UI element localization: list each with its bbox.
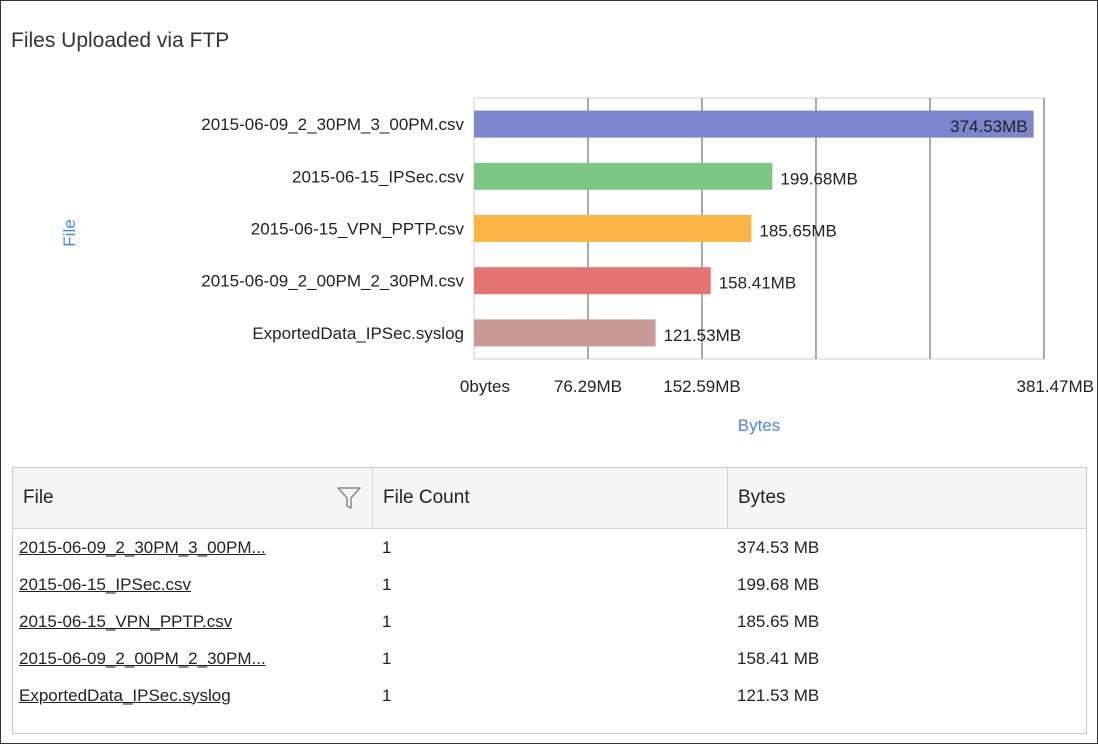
category-label: 2015-06-09_2_00PM_2_30PM.csv: [201, 272, 464, 291]
file-link[interactable]: 2015-06-09_2_30PM_3_00PM...: [19, 538, 266, 558]
table-row: 2015-06-09_2_00PM_2_30PM... 1 158.41 MB: [13, 640, 1086, 677]
column-header-label: File: [23, 487, 54, 508]
column-header-file[interactable]: File: [13, 468, 372, 528]
bar[interactable]: [474, 267, 711, 295]
bar[interactable]: [474, 215, 752, 242]
data-table: File File Count Bytes 2015-06-09_2_30PM_…: [12, 467, 1087, 734]
cell-bytes: 185.65 MB: [737, 611, 820, 631]
x-tick-label: 152.59MB: [663, 377, 741, 396]
file-link[interactable]: 2015-06-15_VPN_PPTP.csv: [19, 612, 232, 632]
table-body: 2015-06-09_2_30PM_3_00PM... 1 374.53 MB 201…: [13, 529, 1086, 714]
cell-file: ExportedData_IPSec.syslog: [13, 686, 372, 706]
bar-value-label: 121.53MB: [664, 326, 742, 345]
category-label: 2015-06-09_2_30PM_3_00PM.csv: [201, 115, 464, 134]
table-row: 2015-06-15_IPSec.csv 1 199.68 MB: [13, 566, 1086, 603]
bar-chart: 2015-06-09_2_30PM_3_00PM.csv 374.53MB 2015…: [60, 97, 1095, 435]
cell-file-count: 1: [382, 537, 392, 557]
cell-file: 2015-06-15_IPSec.csv: [13, 575, 372, 595]
cell-file-count: 1: [382, 574, 392, 594]
x-tick-label: 76.29MB: [554, 377, 622, 396]
bar-value-label: 199.68MB: [780, 169, 858, 188]
table-row: 2015-06-09_2_30PM_3_00PM... 1 374.53 MB: [13, 529, 1086, 566]
cell-file-count: 1: [382, 685, 392, 705]
cell-file-count: 1: [382, 611, 392, 631]
file-link[interactable]: 2015-06-15_IPSec.csv: [19, 575, 191, 595]
cell-file: 2015-06-09_2_00PM_2_30PM...: [13, 649, 372, 669]
cell-bytes: 199.68 MB: [737, 574, 820, 594]
cell-file-count: 1: [382, 648, 392, 668]
bar[interactable]: [474, 162, 773, 190]
table-row: ExportedData_IPSec.syslog 1 121.53 MB: [13, 677, 1086, 714]
cell-bytes: 121.53 MB: [737, 685, 820, 705]
category-label: 2015-06-15_IPSec.csv: [292, 167, 464, 186]
column-header-label: Bytes: [738, 487, 786, 508]
cell-file: 2015-06-15_VPN_PPTP.csv: [13, 612, 372, 632]
bar[interactable]: [474, 319, 656, 347]
table-header: File File Count Bytes: [13, 468, 1086, 529]
table-row: 2015-06-15_VPN_PPTP.csv 1 185.65 MB: [13, 603, 1086, 640]
y-axis-title: File: [60, 219, 79, 246]
filter-funnel-icon[interactable]: [336, 486, 362, 510]
bar-value-label: 185.65MB: [759, 222, 837, 241]
file-link[interactable]: 2015-06-09_2_00PM_2_30PM...: [19, 649, 266, 669]
file-link[interactable]: ExportedData_IPSec.syslog: [19, 686, 231, 706]
column-header-file-count[interactable]: File Count: [372, 468, 727, 528]
cell-file: 2015-06-09_2_30PM_3_00PM...: [13, 538, 372, 558]
bar-value-label: 374.53MB: [950, 117, 1028, 136]
x-tick-label: 0bytes: [460, 377, 510, 396]
report-panel: Files Uploaded via FTP 2015-06-09_2_30PM…: [0, 0, 1098, 744]
cell-bytes: 374.53 MB: [737, 537, 820, 557]
bar-value-label: 158.41MB: [719, 274, 797, 293]
column-header-label: File Count: [383, 487, 470, 508]
column-header-bytes[interactable]: Bytes: [727, 468, 1086, 528]
category-label: ExportedData_IPSec.syslog: [252, 324, 464, 343]
cell-bytes: 158.41 MB: [737, 648, 820, 668]
x-axis-title: Bytes: [738, 416, 781, 435]
x-tick-label: 381.47MB: [1017, 377, 1095, 396]
category-label: 2015-06-15_VPN_PPTP.csv: [251, 220, 465, 239]
